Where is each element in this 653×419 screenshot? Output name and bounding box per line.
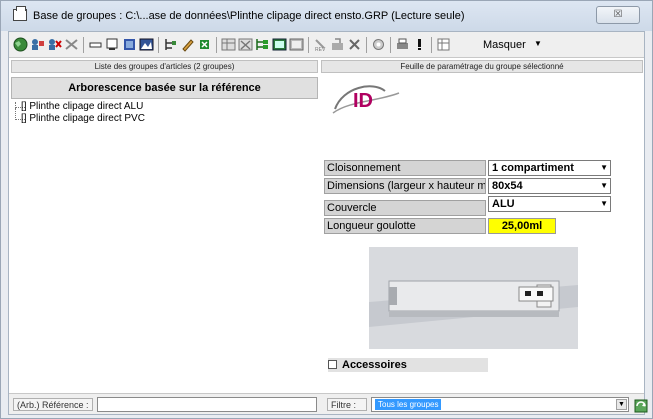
title-bar: Base de groupes : C:\...ase de données\P…: [1, 1, 652, 31]
chevron-down-icon: ▼: [600, 163, 608, 172]
longueur-value[interactable]: 25,00ml: [488, 218, 556, 234]
table-delete-icon[interactable]: [238, 37, 253, 52]
company-logo: ID: [332, 85, 400, 114]
toolbar-separator: [308, 37, 309, 53]
filter-selected-value: Tous les groupes: [375, 399, 442, 410]
bottom-bar: (Arb.) Référence : Filtre : Tous les gro…: [9, 393, 648, 414]
chevron-down-icon: ▼: [600, 181, 608, 190]
reference-label: (Arb.) Référence :: [13, 398, 93, 411]
group-tree: [] Plinthe clipage direct ALU [] Plinthe…: [11, 100, 318, 390]
accessoires-row: Accessoires: [328, 358, 488, 372]
dimensions-select[interactable]: 80x54 ▼: [488, 178, 611, 194]
rev-icon[interactable]: REV: [313, 37, 328, 52]
param-label-couvercle: Couvercle: [324, 200, 486, 216]
table-icon[interactable]: [221, 37, 236, 52]
close-button[interactable]: ☒: [596, 6, 640, 24]
settings-icon[interactable]: [371, 37, 386, 52]
picture-icon[interactable]: [272, 37, 287, 52]
tree-green-icon[interactable]: [255, 37, 270, 52]
app-icon: [13, 6, 27, 21]
globe-icon[interactable]: [13, 37, 28, 52]
grid-view-icon[interactable]: [122, 37, 137, 52]
svg-text:ID: ID: [353, 90, 373, 112]
accessoires-checkbox[interactable]: [328, 360, 337, 369]
filter-select[interactable]: Tous les groupes ▼: [371, 397, 629, 412]
product-image: [369, 247, 578, 349]
edit-icon[interactable]: [180, 37, 195, 52]
tree-title: Arborescence basée sur la référence: [11, 77, 318, 99]
toolbar-separator: [158, 37, 159, 53]
accessoires-label: Accessoires: [342, 359, 407, 371]
reference-input[interactable]: [97, 397, 317, 412]
minimize-view-icon[interactable]: [88, 37, 103, 52]
chevron-down-icon[interactable]: ▼: [534, 39, 542, 48]
group-list-header: Liste des groupes d'articles (2 groupes): [11, 60, 318, 73]
filter-label: Filtre :: [327, 398, 367, 411]
param-label-cloisonnement: Cloisonnement: [324, 160, 486, 176]
image-view-icon[interactable]: [139, 37, 154, 52]
chevron-down-icon: ▼: [600, 199, 608, 208]
refresh-icon[interactable]: [633, 396, 649, 413]
toolbar-separator: [83, 37, 84, 53]
param-label-longueur: Longueur goulotte: [324, 218, 486, 234]
svg-text:REV: REV: [315, 47, 326, 52]
masquer-select-label[interactable]: Masquer: [483, 39, 526, 51]
toolbar: REV Masquer ▼: [9, 32, 644, 58]
client-area: REV Masquer ▼ Liste des groupes d'articl…: [8, 31, 648, 415]
delete-icon[interactable]: [347, 37, 362, 52]
users-remove-icon[interactable]: [47, 37, 62, 52]
window-view-icon[interactable]: [105, 37, 120, 52]
tree-item[interactable]: [] Plinthe clipage direct ALU: [21, 101, 143, 113]
toolbar-separator: [216, 37, 217, 53]
param-sheet-header: Feuille de paramétrage du groupe sélecti…: [321, 60, 643, 73]
users-add-icon[interactable]: [30, 37, 45, 52]
cloisonnement-select[interactable]: 1 compartiment ▼: [488, 160, 611, 176]
tree-icon[interactable]: [163, 37, 178, 52]
couvercle-select[interactable]: ALU ▼: [488, 196, 611, 212]
param-sheet: ID Cloisonnement 1 compartiment ▼ Dimensi…: [321, 74, 643, 390]
toolbar-separator: [366, 37, 367, 53]
param-label-dimensions: Dimensions (largeur x hauteur mm): [324, 178, 486, 194]
tools-icon[interactable]: [197, 37, 212, 52]
group-delete-icon[interactable]: [64, 37, 79, 52]
window-title: Base de groupes : C:\...ase de données\P…: [33, 10, 465, 22]
tree-item[interactable]: [] Plinthe clipage direct PVC: [21, 113, 145, 125]
import-icon[interactable]: [330, 37, 345, 52]
hide-columns-icon[interactable]: [436, 37, 451, 52]
application-window: Base de groupes : C:\...ase de données\P…: [0, 0, 653, 419]
toolbar-separator: [390, 37, 391, 53]
toolbar-separator: [431, 37, 432, 53]
warning-icon[interactable]: [412, 37, 427, 52]
picture-grey-icon[interactable]: [289, 37, 304, 52]
chevron-down-icon: ▼: [616, 399, 627, 410]
print-icon[interactable]: [395, 37, 410, 52]
close-icon: ☒: [613, 9, 623, 20]
